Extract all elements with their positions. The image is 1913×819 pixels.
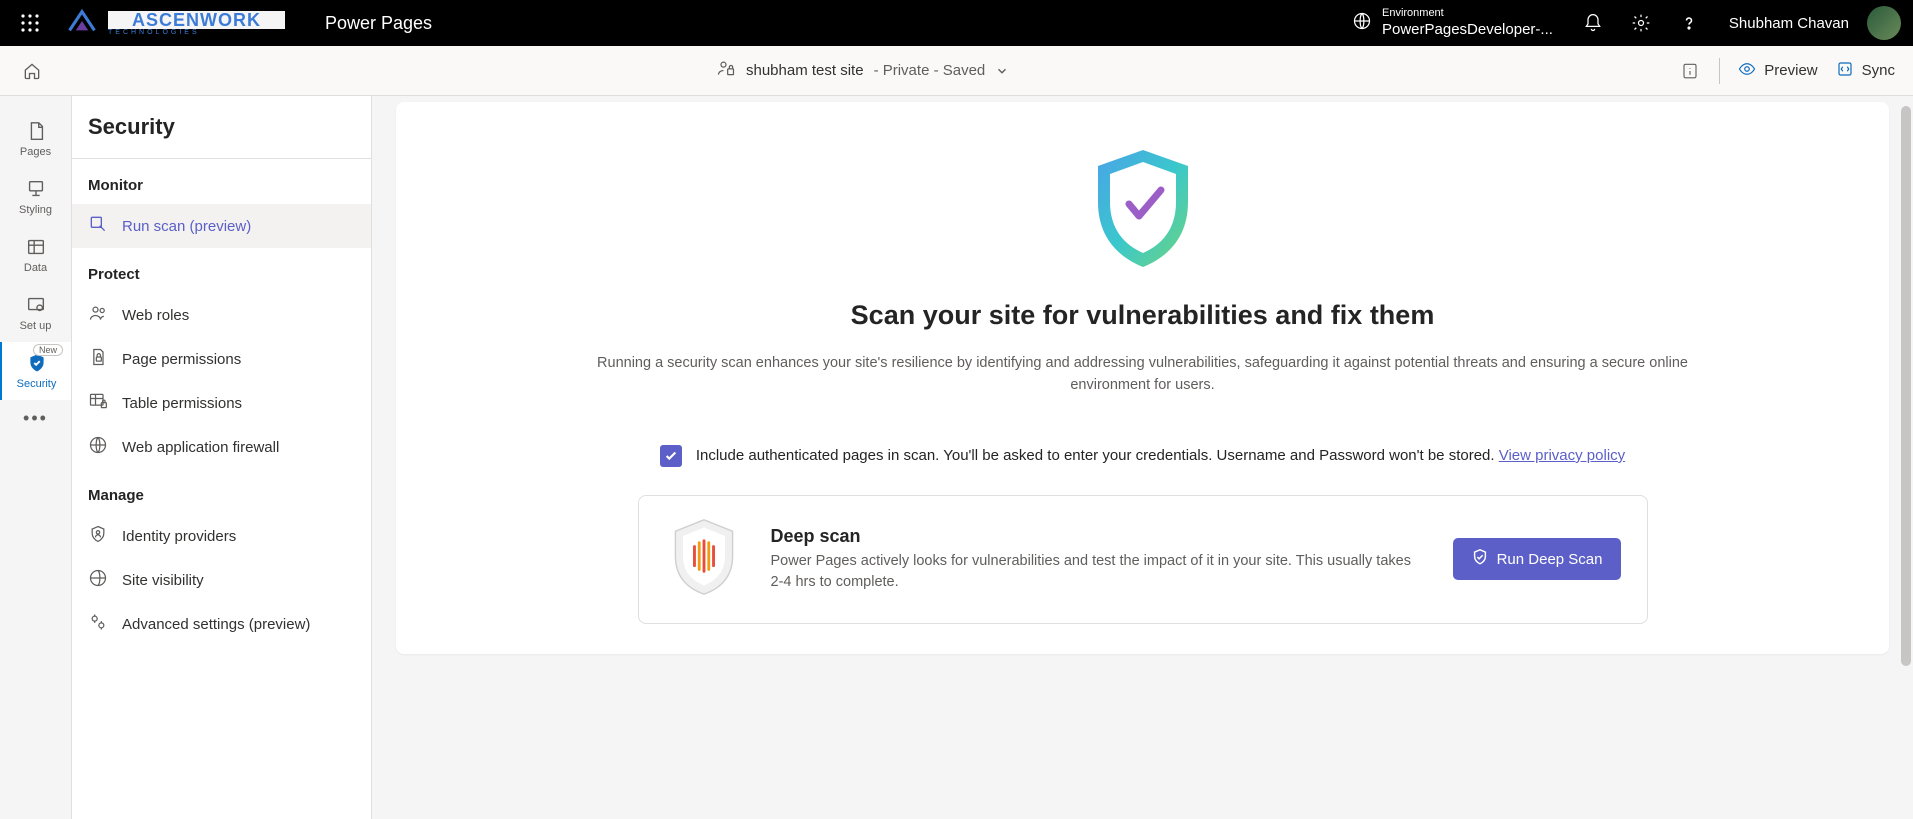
run-deep-scan-button[interactable]: Run Deep Scan — [1453, 538, 1621, 580]
command-bar: shubham test site - Private - Saved Prev… — [0, 46, 1913, 96]
hero-description: Running a security scan enhances your si… — [452, 353, 1833, 397]
section-monitor: Monitor — [72, 159, 371, 204]
brand-logo: ASCENWORK TECHNOLOGIES — [66, 7, 285, 40]
nav-page-permissions[interactable]: Page permissions — [72, 337, 371, 381]
home-button[interactable] — [18, 57, 46, 85]
deep-scan-shield-icon — [665, 516, 743, 603]
sidebar-title: Security — [72, 96, 371, 159]
privacy-policy-link[interactable]: View privacy policy — [1499, 447, 1625, 464]
preview-label: Preview — [1764, 62, 1817, 79]
divider — [1719, 58, 1720, 84]
deep-scan-title: Deep scan — [771, 526, 1425, 547]
sync-button[interactable]: Sync — [1836, 60, 1895, 82]
advanced-settings-icon — [88, 612, 108, 636]
nav-waf[interactable]: Web application firewall — [72, 425, 371, 469]
nav-identity-providers[interactable]: Identity providers — [72, 514, 371, 558]
environment-value: PowerPagesDeveloper-... — [1382, 21, 1553, 39]
help-icon[interactable] — [1679, 13, 1699, 33]
nav-advanced-settings[interactable]: Advanced settings (preview) — [72, 602, 371, 646]
shield-check-icon — [1471, 548, 1489, 570]
rail-setup[interactable]: Set up — [0, 284, 71, 342]
nav-web-roles[interactable]: Web roles — [72, 293, 371, 337]
deep-scan-description: Power Pages actively looks for vulnerabi… — [771, 551, 1425, 592]
nav-table-permissions-label: Table permissions — [122, 395, 242, 412]
nav-advanced-settings-label: Advanced settings (preview) — [122, 616, 310, 633]
security-sidebar: Security Monitor Run scan (preview) Prot… — [72, 96, 372, 819]
top-header: ASCENWORK TECHNOLOGIES Power Pages Envir… — [0, 0, 1913, 46]
new-badge: New — [33, 344, 63, 356]
nav-web-roles-label: Web roles — [122, 307, 189, 324]
rail-pages-label: Pages — [20, 146, 51, 158]
preview-button[interactable]: Preview — [1738, 60, 1817, 82]
people-icon — [88, 303, 108, 327]
app-name: Power Pages — [325, 13, 432, 34]
visibility-icon — [88, 568, 108, 592]
rail-setup-label: Set up — [20, 320, 52, 332]
user-avatar[interactable] — [1867, 6, 1901, 40]
rail-security[interactable]: New Security — [0, 342, 71, 400]
nav-run-scan-label: Run scan (preview) — [122, 218, 251, 235]
site-status: - Private - Saved — [874, 62, 986, 79]
page-lock-icon — [88, 347, 108, 371]
main-content: Scan your site for vulnerabilities and f… — [372, 96, 1913, 819]
rail-security-label: Security — [17, 378, 57, 390]
shield-hero-icon — [452, 142, 1833, 272]
environment-picker[interactable]: Environment PowerPagesDeveloper-... — [1352, 7, 1553, 38]
eye-icon — [1738, 60, 1756, 82]
nav-site-visibility[interactable]: Site visibility — [72, 558, 371, 602]
section-protect: Protect — [72, 248, 371, 293]
nav-table-permissions[interactable]: Table permissions — [72, 381, 371, 425]
section-manage: Manage — [72, 469, 371, 514]
globe-icon — [1352, 11, 1372, 36]
site-picker[interactable]: shubham test site - Private - Saved — [716, 58, 1009, 83]
logo-text-sub: TECHNOLOGIES — [108, 29, 285, 36]
scan-card: Scan your site for vulnerabilities and f… — [396, 102, 1889, 654]
consent-text: Include authenticated pages in scan. You… — [696, 447, 1499, 464]
nav-waf-label: Web application firewall — [122, 439, 279, 456]
people-lock-icon — [716, 58, 736, 83]
nav-site-visibility-label: Site visibility — [122, 572, 204, 589]
logo-text-main: ASCENWORK — [108, 11, 285, 29]
rail-styling[interactable]: Styling — [0, 168, 71, 226]
site-name: shubham test site — [746, 62, 864, 79]
environment-label: Environment — [1382, 7, 1553, 20]
settings-gear-icon[interactable] — [1631, 13, 1651, 33]
hero-title: Scan your site for vulnerabilities and f… — [452, 300, 1833, 331]
run-deep-scan-label: Run Deep Scan — [1497, 551, 1603, 568]
chevron-down-icon[interactable] — [995, 64, 1009, 78]
nav-run-scan[interactable]: Run scan (preview) — [72, 204, 371, 248]
nav-identity-providers-label: Identity providers — [122, 528, 236, 545]
rail-data-label: Data — [24, 262, 47, 274]
identity-icon — [88, 524, 108, 548]
scan-icon — [88, 214, 108, 238]
include-auth-checkbox[interactable] — [660, 445, 682, 467]
app-launcher-icon[interactable] — [12, 5, 48, 41]
rail-data[interactable]: Data — [0, 226, 71, 284]
firewall-icon — [88, 435, 108, 459]
logo-mark-icon — [66, 7, 98, 40]
deep-scan-card: Deep scan Power Pages actively looks for… — [638, 495, 1648, 624]
sync-label: Sync — [1862, 62, 1895, 79]
consent-row: Include authenticated pages in scan. You… — [452, 445, 1833, 467]
info-panel-button[interactable] — [1679, 60, 1701, 82]
scrollbar[interactable] — [1901, 106, 1911, 666]
rail-styling-label: Styling — [19, 204, 52, 216]
notifications-icon[interactable] — [1583, 13, 1603, 33]
user-name: Shubham Chavan — [1729, 15, 1849, 32]
table-lock-icon — [88, 391, 108, 415]
left-rail: Pages Styling Data Set up New Security •… — [0, 96, 72, 819]
sync-icon — [1836, 60, 1854, 82]
nav-page-permissions-label: Page permissions — [122, 351, 241, 368]
rail-pages[interactable]: Pages — [0, 110, 71, 168]
rail-more[interactable]: ••• — [23, 408, 48, 429]
